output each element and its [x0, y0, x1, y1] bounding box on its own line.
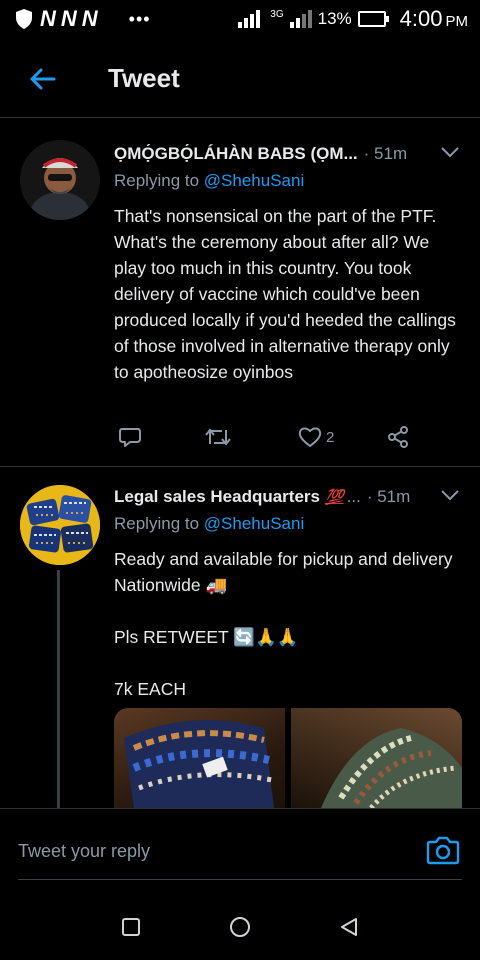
tweet-text-retweet-request: Pls RETWEET 🔄🙏🙏	[114, 627, 299, 647]
tweet-body: ỌMỌ́GBỌ́LÁHÀN BABS (ỌM... · 51m Replying…	[114, 140, 460, 385]
app-header: Tweet	[0, 40, 480, 118]
comment-icon	[119, 428, 141, 447]
back-nav-button[interactable]	[338, 916, 360, 943]
tweet-menu-button[interactable]	[440, 144, 460, 164]
avatar-image	[20, 140, 100, 220]
media-image-1[interactable]	[114, 708, 285, 808]
author-name[interactable]: ỌMỌ́GBỌ́LÁHÀN BABS (ỌM...	[114, 144, 358, 164]
chevron-down-icon	[441, 490, 459, 501]
replying-to: Replying to @ShehuSani	[114, 171, 460, 197]
camera-button[interactable]	[426, 835, 460, 870]
thread-connector-line	[57, 570, 60, 810]
like-count: 2	[326, 428, 335, 446]
chevron-down-icon	[441, 147, 459, 158]
tweet-meta: ỌMỌ́GBỌ́LÁHÀN BABS (ỌM... · 51m	[114, 140, 460, 168]
replying-handle-link[interactable]: @ShehuSani	[204, 514, 304, 533]
retweet-icon	[205, 428, 231, 446]
tweet-1[interactable]: ỌMỌ́GBỌ́LÁHÀN BABS (ỌM... · 51m Replying…	[0, 120, 480, 466]
shield-icon	[16, 9, 32, 29]
replying-to: Replying to @ShehuSani	[114, 514, 460, 540]
replying-handle-link[interactable]: @ShehuSani	[204, 171, 304, 190]
network-indicator-2: N	[60, 6, 77, 31]
arrow-left-icon	[30, 68, 56, 89]
share-button[interactable]	[386, 425, 410, 449]
hundred-points-emoji: 💯	[324, 489, 344, 506]
share-icon	[388, 426, 408, 448]
replying-label: Replying to	[114, 171, 204, 190]
network-indicator-3: N	[81, 6, 98, 31]
home-button[interactable]	[228, 915, 252, 944]
avatar[interactable]	[20, 140, 100, 220]
tweet-actions: 2	[114, 422, 434, 452]
reply-composer: Tweet your reply	[0, 808, 480, 898]
signal-icon-2	[289, 10, 312, 28]
recents-button[interactable]	[120, 916, 142, 943]
clock-time: 4:00	[399, 6, 443, 31]
system-nav-bar	[0, 898, 480, 960]
clock: 4:00 PM	[400, 6, 468, 32]
clock-ampm: PM	[445, 13, 469, 30]
reply-input-underline	[18, 879, 462, 880]
network-type: 3G	[270, 9, 284, 20]
tweet-menu-button[interactable]	[440, 487, 460, 507]
reply-input[interactable]: Tweet your reply	[18, 841, 150, 862]
back-button[interactable]	[0, 67, 84, 91]
avatar[interactable]	[20, 485, 100, 565]
tweet-text: Ready and available for pickup and deliv…	[114, 549, 453, 595]
page-title: Tweet	[108, 63, 180, 93]
tweet-time: · 51m	[363, 144, 408, 163]
replying-label: Replying to	[114, 514, 204, 533]
author-name[interactable]: Legal sales Headquarters	[114, 487, 320, 507]
square-icon	[122, 917, 140, 936]
face-mask-photo	[124, 720, 274, 808]
tweet-meta: Legal sales Headquarters 💯 ... · 51m	[114, 483, 460, 511]
tweet-text-price: 7k EACH	[114, 679, 186, 699]
face-mask-photo	[321, 728, 462, 808]
status-bar: N N N ••• 3G 13% 4:00 PM	[0, 0, 480, 38]
signal-icon	[238, 10, 261, 28]
circle-icon	[230, 916, 250, 937]
triangle-back-icon	[341, 917, 357, 936]
retweet-button[interactable]	[204, 426, 232, 448]
camera-icon	[426, 836, 460, 865]
media-image-2[interactable]	[291, 708, 462, 808]
more-notifications-icon: •••	[128, 8, 151, 29]
tweet-media[interactable]	[114, 708, 462, 808]
like-button[interactable]: 2	[298, 426, 334, 448]
battery-percent: 13%	[317, 9, 352, 28]
tweet-time: · 51m	[366, 487, 411, 506]
tweet-text: That's nonsensical on the part of the PT…	[114, 206, 456, 382]
heart-icon	[298, 427, 322, 448]
network-indicator-1: N	[40, 6, 56, 31]
reply-button[interactable]	[118, 426, 142, 448]
avatar-image	[20, 485, 100, 565]
name-ellipsis: ...	[346, 487, 361, 506]
tweet-body: Legal sales Headquarters 💯 ... · 51m Rep…	[114, 483, 460, 702]
battery-icon	[357, 11, 389, 27]
